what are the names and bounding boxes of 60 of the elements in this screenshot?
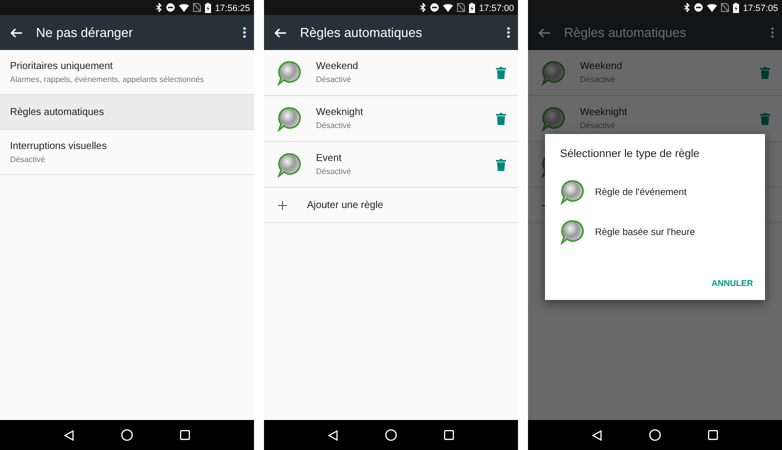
back-arrow-icon[interactable] bbox=[10, 28, 22, 38]
more-options-icon[interactable] bbox=[507, 27, 510, 38]
delete-icon[interactable] bbox=[496, 158, 506, 170]
rule-status: Désactivé bbox=[316, 167, 352, 176]
dialog-title: Sélectionner le type de règle bbox=[560, 148, 700, 160]
wifi-icon bbox=[442, 4, 453, 12]
recents-icon[interactable] bbox=[180, 430, 190, 440]
item-title: Règles automatiques bbox=[10, 106, 105, 118]
do-not-disturb-icon bbox=[166, 3, 175, 12]
status-time: 17:56:25 bbox=[214, 2, 250, 12]
settings-item[interactable]: Interruptions visuelles Désactivé bbox=[0, 130, 254, 175]
rule-status: Désactivé bbox=[316, 75, 352, 84]
item-subtitle: Alarmes, rappels, événements, appelants sélectionnés bbox=[10, 74, 205, 84]
status-time: 17:57:00 bbox=[478, 2, 514, 12]
rule-type-option[interactable]: Règle basée sur l'heure bbox=[557, 212, 753, 252]
battery-icon bbox=[204, 2, 211, 12]
bluetooth-icon bbox=[684, 3, 690, 12]
back-icon[interactable] bbox=[328, 430, 338, 440]
cancel-button[interactable]: ANNULER bbox=[711, 276, 753, 290]
rule-name: Weekend bbox=[316, 61, 360, 72]
no-sim-icon bbox=[192, 3, 201, 12]
wifi-icon bbox=[178, 4, 189, 12]
item-title: Interruptions visuelles bbox=[10, 140, 108, 152]
delete-icon[interactable] bbox=[496, 112, 506, 124]
item-title: Prioritaires uniquement bbox=[10, 60, 114, 72]
rule-name: Weeknight bbox=[580, 107, 628, 118]
screen-title: Ne pas déranger bbox=[36, 25, 134, 40]
rule-status: Désactivé bbox=[316, 121, 352, 130]
plus-icon[interactable] bbox=[278, 200, 287, 210]
bluetooth-icon bbox=[420, 3, 426, 12]
more-options-icon[interactable] bbox=[243, 27, 246, 38]
rule-status: Désactivé bbox=[580, 121, 616, 130]
rule-name: Weeknight bbox=[316, 107, 364, 118]
do-not-disturb-icon bbox=[694, 3, 703, 12]
item-subtitle: Désactivé bbox=[10, 154, 46, 164]
do-not-disturb-icon bbox=[430, 3, 439, 12]
no-sim-icon bbox=[456, 3, 465, 12]
add-rule-link[interactable]: Ajouter une règle bbox=[307, 200, 384, 210]
rule-status: Désactivé bbox=[580, 75, 616, 84]
delete-icon[interactable] bbox=[496, 66, 506, 78]
home-icon[interactable] bbox=[384, 429, 397, 441]
back-arrow-icon[interactable] bbox=[274, 28, 286, 38]
bluetooth-icon bbox=[156, 3, 162, 12]
no-sim-icon bbox=[720, 3, 729, 12]
back-icon[interactable] bbox=[592, 430, 602, 440]
rule-type-option[interactable]: Règle de l'événement bbox=[557, 172, 753, 212]
recents-icon[interactable] bbox=[444, 430, 454, 440]
status-time: 17:57:05 bbox=[742, 2, 778, 12]
back-icon[interactable] bbox=[64, 430, 74, 440]
rule-name: Event bbox=[316, 153, 343, 164]
rule-name: Weekend bbox=[580, 61, 624, 72]
screen-title: Règles automatiques bbox=[300, 25, 424, 40]
settings-item[interactable]: Règles automatiques bbox=[0, 95, 254, 130]
recents-icon[interactable] bbox=[708, 430, 718, 440]
battery-icon bbox=[732, 2, 739, 12]
home-icon[interactable] bbox=[120, 429, 133, 441]
battery-icon bbox=[468, 2, 475, 12]
wifi-icon bbox=[706, 4, 717, 12]
screen-title: Règles automatiques bbox=[564, 25, 688, 40]
home-icon[interactable] bbox=[648, 429, 661, 441]
